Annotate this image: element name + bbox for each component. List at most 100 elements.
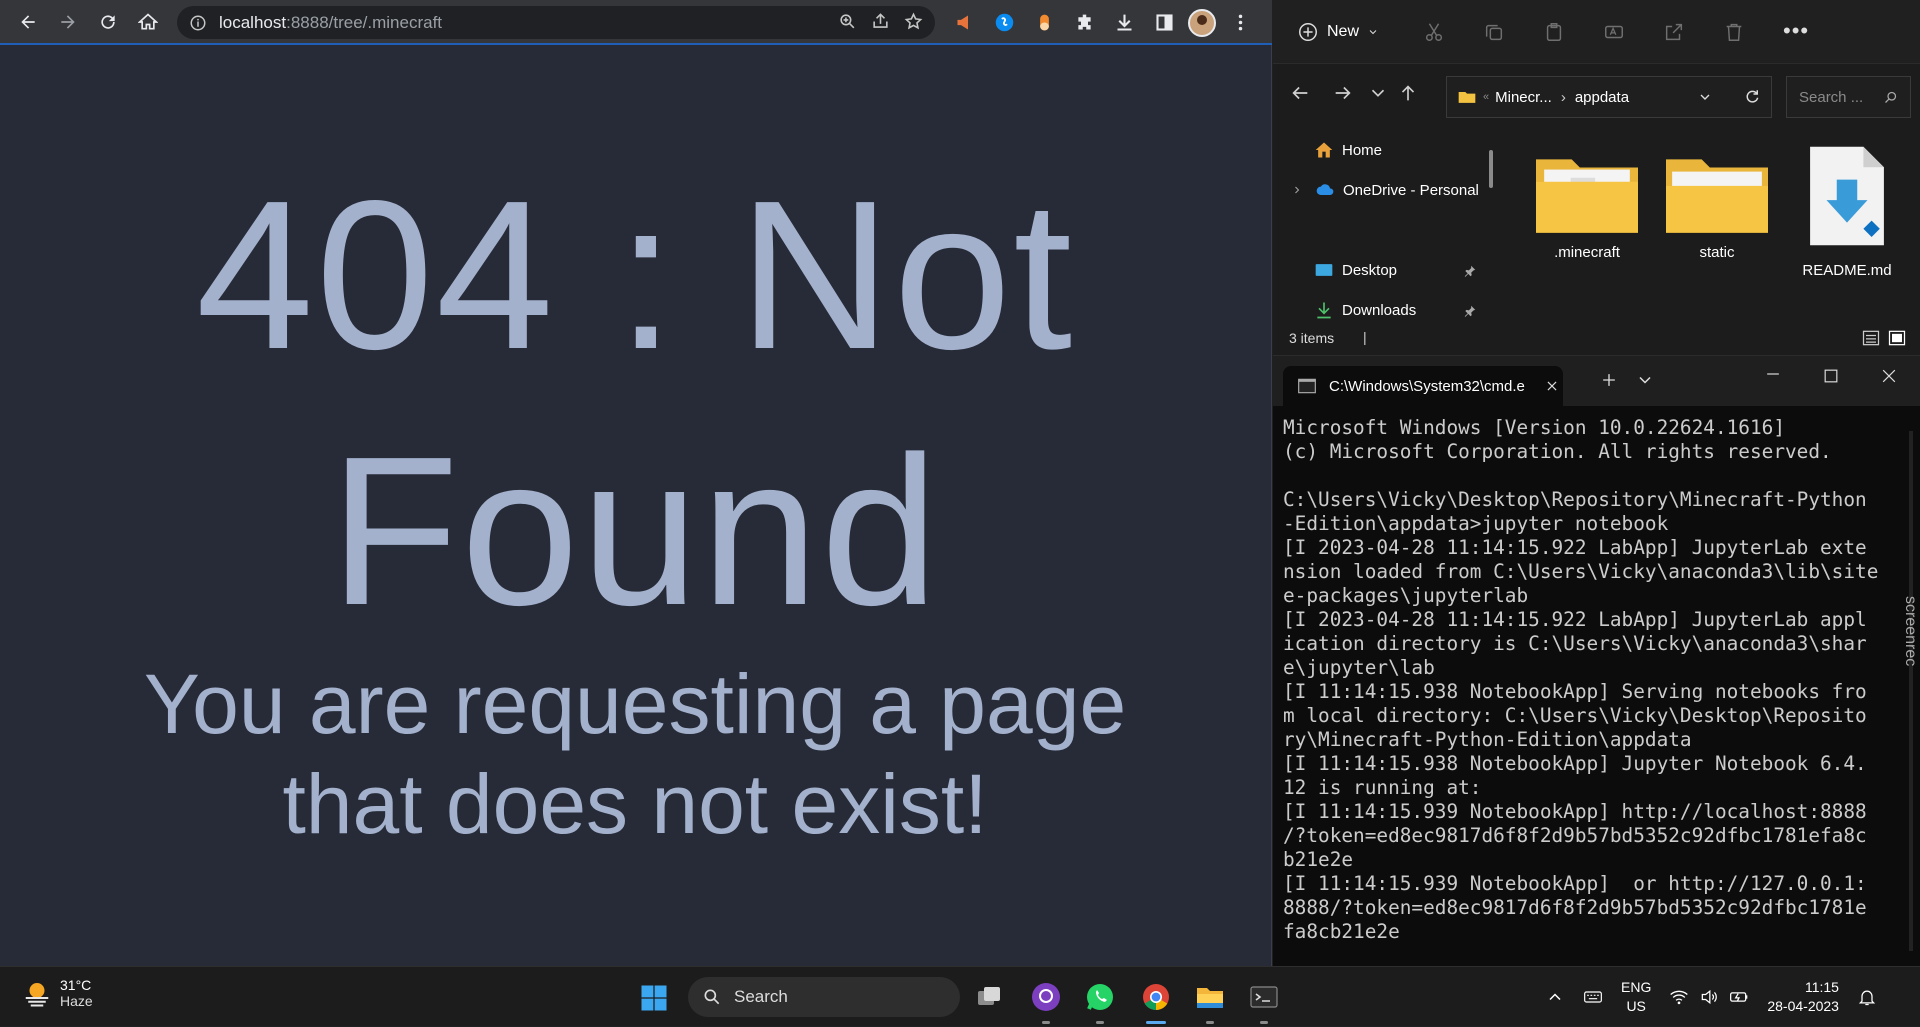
home-button[interactable] [128,2,168,42]
chevron-down-icon [1639,376,1651,384]
language-indicator[interactable]: ENG US [1621,978,1651,1016]
cut-button[interactable] [1423,21,1445,43]
refresh-icon[interactable] [1743,88,1761,106]
up-button[interactable] [1397,82,1421,106]
close-tab-icon[interactable] [1545,379,1559,393]
terminal-window: C:\Windows\System32\cmd.e Microsoft Wind… [1273,355,1920,966]
file-item[interactable]: README.md [1787,140,1907,279]
info-icon[interactable] [189,14,207,32]
file-item[interactable]: static [1657,150,1777,261]
pin-icon [1463,304,1477,318]
extension-3[interactable] [1028,7,1060,39]
forward-button[interactable] [48,2,88,42]
chevron-down-icon[interactable] [1697,89,1713,105]
nav-item-downloads[interactable]: Downloads [1314,300,1416,320]
quick-settings[interactable] [1669,987,1749,1007]
share-icon[interactable] [871,12,890,31]
new-button[interactable]: New [1297,21,1379,43]
battery-charging-icon [1730,992,1748,1002]
chrome-icon [1143,984,1169,1011]
tiles-view-icon[interactable] [1887,328,1907,348]
nav-item-desktop[interactable]: Desktop [1314,260,1397,280]
nav-pane-scrollbar[interactable] [1489,150,1493,188]
breadcrumb[interactable]: « Minecr... › appdata [1446,76,1772,118]
taskbar-terminal[interactable] [1246,979,1282,1015]
system-tray: ENG US 11:15 28-04-2023 [1545,967,1877,1027]
profile-avatar[interactable] [1188,8,1216,37]
weather-temp: 31°C [60,977,92,993]
search-icon [1885,91,1897,103]
url-path: :8888/tree/.minecraft [286,12,443,32]
delete-button[interactable] [1723,21,1745,43]
minimize-button[interactable] [1763,364,1783,384]
terminal-tab[interactable]: C:\Windows\System32\cmd.e [1283,366,1563,406]
error-subtitle: You are requesting a page that does not … [0,654,1270,854]
side-panel-button[interactable] [1148,7,1180,39]
copy-button[interactable] [1483,21,1505,43]
region-code: US [1626,998,1646,1014]
haze-sun-icon [25,983,49,1007]
whatsapp-icon [1087,984,1113,1010]
weather-condition: Haze [60,993,93,1009]
address-bar[interactable]: localhost:8888/tree/.minecraft [177,6,935,39]
taskbar-whatsapp[interactable] [1082,979,1118,1015]
cloud-icon [1316,184,1334,195]
share-file-button[interactable] [1663,21,1685,43]
explorer-back-button[interactable] [1289,82,1313,106]
file-explorer-icon [1197,988,1223,1008]
clock[interactable]: 11:15 28-04-2023 [1767,978,1839,1016]
explorer-status-bar: 3 items | [1273,326,1920,354]
browser-menu-button[interactable] [1224,7,1256,39]
taskbar-github[interactable] [1028,979,1064,1015]
chevron-up-icon[interactable] [1545,987,1565,1007]
error-title: 404 : Not Found [0,147,1270,659]
extension-1[interactable] [948,7,980,39]
new-button-label: New [1327,22,1360,40]
new-tab-button[interactable] [1599,370,1619,390]
taskbar-file-explorer[interactable] [1192,979,1228,1015]
maximize-button[interactable] [1821,366,1841,386]
tab-dropdown-button[interactable] [1635,370,1655,390]
taskbar-search[interactable]: Search [688,977,960,1017]
nav-label: Downloads [1342,301,1417,319]
side-panel-icon [1155,14,1173,31]
terminal-output[interactable]: Microsoft Windows [Version 10.0.22624.16… [1283,416,1903,961]
breadcrumb-item[interactable]: appdata [1575,89,1629,106]
keyboard-icon[interactable] [1583,987,1603,1007]
more-options-button[interactable]: ••• [1783,18,1809,44]
taskbar-search-label: Search [734,987,788,1006]
start-button[interactable] [639,983,669,1013]
terminal-scrollbar[interactable] [1909,431,1913,951]
breadcrumb-item[interactable]: Minecr... [1495,89,1552,106]
nav-item-onedrive[interactable]: OneDrive - Personal [1291,180,1479,200]
folder-icon [1458,92,1476,103]
zoom-icon[interactable] [838,12,857,31]
share-icon [1665,23,1683,40]
extension-2[interactable] [988,7,1020,39]
taskbar-chrome[interactable] [1138,979,1174,1015]
file-item[interactable]: .minecraft [1527,150,1647,261]
clock-time: 11:15 [1804,979,1839,995]
downloads-button[interactable] [1108,7,1140,39]
details-view-icon[interactable] [1861,328,1881,348]
explorer-search-input[interactable]: Search ... [1786,76,1911,118]
extensions-button[interactable] [1068,7,1100,39]
chevron-right-icon[interactable] [1291,184,1303,196]
back-button[interactable] [8,2,48,42]
search-icon [704,989,720,1005]
clock-date: 28-04-2023 [1767,998,1839,1014]
puzzle-icon [1077,14,1091,30]
nav-item-home[interactable]: Home [1314,140,1382,160]
rename-button[interactable] [1603,21,1625,43]
notification-bell-icon[interactable] [1857,987,1877,1007]
recent-locations-button[interactable] [1367,82,1391,106]
plus-circle-icon [1299,22,1317,41]
reload-button[interactable] [88,2,128,42]
star-icon[interactable] [904,12,923,31]
browser-toolbar: localhost:8888/tree/.minecraft [0,0,1272,45]
explorer-forward-button[interactable] [1332,82,1356,106]
paste-button[interactable] [1543,21,1565,43]
close-button[interactable] [1879,366,1899,386]
weather-widget[interactable]: 31°C Haze [22,977,93,1009]
task-view-button[interactable] [972,979,1008,1015]
